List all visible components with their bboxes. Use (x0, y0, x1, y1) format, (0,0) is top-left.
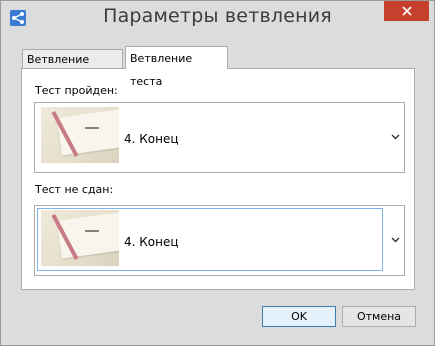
branching-dialog: Параметры ветвления Ветвление слайда Вет… (0, 0, 435, 346)
tab-panel: Тест пройден: 4. Конец Тест не сдан: 4. … (21, 68, 415, 290)
test-passed-value: 4. Конец (124, 132, 179, 146)
test-passed-select[interactable]: 4. Конец (34, 102, 405, 173)
ok-button[interactable]: OK (262, 306, 336, 327)
tab-slide-branching[interactable]: Ветвление слайда (22, 49, 123, 86)
window-title: Параметры ветвления (103, 5, 332, 27)
title-bar: Параметры ветвления (1, 1, 434, 34)
test-failed-label: Тест не сдан: (35, 183, 114, 196)
slide-thumbnail (41, 210, 119, 266)
close-icon (401, 6, 412, 16)
slide-thumbnail (41, 107, 119, 163)
test-failed-value: 4. Конец (124, 235, 179, 249)
tab-test-branching[interactable]: Ветвление теста (125, 46, 228, 88)
test-failed-select[interactable]: 4. Конец (34, 205, 405, 276)
cancel-button[interactable]: Отмена (342, 306, 416, 327)
chevron-down-icon (391, 134, 400, 140)
close-button[interactable] (384, 1, 429, 21)
chevron-down-icon (391, 237, 400, 243)
test-passed-label: Тест пройден: (35, 84, 118, 97)
